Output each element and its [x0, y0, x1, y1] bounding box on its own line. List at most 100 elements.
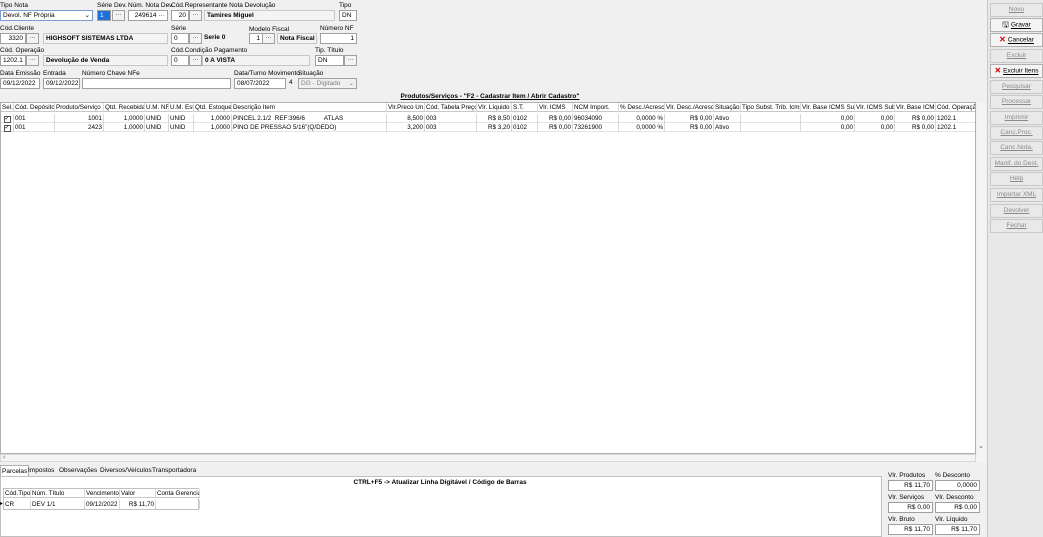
- cell-deposito[interactable]: 001: [14, 114, 55, 123]
- representante-code-input[interactable]: 20: [171, 10, 189, 21]
- cell-icms-sub[interactable]: 0,00: [855, 123, 895, 132]
- col-header[interactable]: Conta Gerencial: [156, 489, 200, 498]
- manif-dest-button[interactable]: Manif. do Dest.: [990, 157, 1043, 171]
- cell-base-icms[interactable]: R$ 0,00: [895, 114, 936, 123]
- cell-valor[interactable]: R$ 11,70: [120, 500, 156, 509]
- canc-nota-button[interactable]: Canc.Nota.: [990, 141, 1043, 155]
- tab-diversos-veiculos[interactable]: Diversos/Veículos: [99, 465, 153, 476]
- products-grid[interactable]: Sel. Cód. Depósito Produto/Serviço Qtd. …: [0, 102, 976, 454]
- numero-nf-input[interactable]: 1: [320, 33, 357, 44]
- cod-cliente-lookup-button[interactable]: ···: [26, 33, 39, 44]
- chevron-down-icon[interactable]: ⌄: [978, 442, 984, 450]
- cell-num-titulo[interactable]: DEV 1/1: [31, 500, 85, 509]
- col-header[interactable]: Sel.: [1, 103, 14, 112]
- table-row[interactable]: ✓ 001 1001 1,0000 UNID UNID 1,0000 PINCE…: [1, 114, 975, 123]
- gravar-button[interactable]: 🖫 Gravar: [990, 18, 1043, 32]
- cell-produto[interactable]: 2423: [55, 123, 104, 132]
- cell-base-sub[interactable]: 0,00: [801, 123, 855, 132]
- cell-qtd-estoque[interactable]: 1,0000: [194, 114, 232, 123]
- cell-liquido[interactable]: R$ 8,50: [477, 114, 512, 123]
- col-header[interactable]: Situação: [714, 103, 741, 112]
- cell-ncm[interactable]: 96034090: [573, 114, 619, 123]
- col-header[interactable]: Vlr. Líquido: [477, 103, 512, 112]
- chave-nfe-input[interactable]: [82, 78, 231, 89]
- tip-titulo-input[interactable]: DN: [315, 55, 344, 66]
- col-header[interactable]: Valor: [120, 489, 156, 498]
- cell-qtd-recebida[interactable]: 1,0000: [104, 123, 145, 132]
- tab-observacoes[interactable]: Observações: [58, 465, 98, 476]
- cell-conta-gerencial[interactable]: [156, 500, 200, 509]
- vertical-scrollbar[interactable]: ⌄: [977, 102, 986, 462]
- cell-qtd-estoque[interactable]: 1,0000: [194, 123, 232, 132]
- col-header[interactable]: Núm. Título: [31, 489, 85, 498]
- cell-icms[interactable]: R$ 0,00: [538, 123, 573, 132]
- col-header[interactable]: Cód. Tabela Preço: [425, 103, 477, 112]
- modelo-fiscal-lookup-button[interactable]: ···: [262, 33, 275, 44]
- cell-desc-pct[interactable]: 0,0000 %: [619, 123, 665, 132]
- cell-icms-sub[interactable]: 0,00: [855, 114, 895, 123]
- cond-pagamento-lookup-button[interactable]: ···: [189, 55, 202, 66]
- cell-desc-pct[interactable]: 0,0000 %: [619, 114, 665, 123]
- cell-tabela[interactable]: 003: [425, 114, 477, 123]
- cod-operacao-lookup-button[interactable]: ···: [26, 55, 39, 66]
- data-emissao-input[interactable]: 09/12/2022: [0, 78, 40, 89]
- devolver-button[interactable]: Devolver: [990, 204, 1043, 218]
- col-header[interactable]: Cód.Tipo: [4, 489, 31, 498]
- imprimir-button[interactable]: Imprimir: [990, 111, 1043, 125]
- processar-button[interactable]: Processar: [990, 95, 1043, 109]
- representante-lookup-button[interactable]: ···: [189, 10, 202, 21]
- col-header[interactable]: U.M. NF: [145, 103, 169, 112]
- tip-titulo-lookup-button[interactable]: ···: [344, 55, 357, 66]
- col-header[interactable]: Tipo Subst. Trib. Icms: [741, 103, 801, 112]
- cell-desc-vlr[interactable]: R$ 0,00: [665, 114, 714, 123]
- table-row[interactable]: ▸ CR DEV 1/1 09/12/2022 R$ 11,70: [0, 500, 200, 509]
- tipo-input[interactable]: DN: [339, 10, 357, 21]
- novo-button[interactable]: Novo: [990, 3, 1043, 17]
- col-header[interactable]: Vlr. Base ICMS: [895, 103, 936, 112]
- cell-icms[interactable]: R$ 0,00: [538, 114, 573, 123]
- chevron-left-icon[interactable]: ‹: [3, 454, 5, 461]
- col-header[interactable]: NCM Import.: [573, 103, 619, 112]
- cell-cod-tipo[interactable]: CR: [4, 500, 31, 509]
- pesquisar-button[interactable]: Pesquisar: [990, 80, 1043, 94]
- cell-preco[interactable]: 3,200: [387, 123, 425, 132]
- cancelar-button[interactable]: ✕ Cancelar: [990, 33, 1043, 47]
- cell-descricao[interactable]: PINO DE PRESSAO 5/16"(Q/DEDO): [232, 123, 387, 132]
- tab-transportadora[interactable]: Transportadora: [151, 465, 197, 476]
- canc-proc-button[interactable]: Canc.Proc.: [990, 126, 1043, 140]
- num-nota-dev-input[interactable]: 249614 ···: [128, 10, 168, 21]
- serie-input[interactable]: 0: [171, 33, 189, 44]
- serie-dev-lookup-button[interactable]: ···: [112, 10, 125, 21]
- cell-qtd-recebida[interactable]: 1,0000: [104, 114, 145, 123]
- col-header[interactable]: S.T.: [512, 103, 538, 112]
- cell-liquido[interactable]: R$ 3,20: [477, 123, 512, 132]
- situacao-select[interactable]: DG - Digitado ⌄: [298, 78, 357, 89]
- cell-um-nf[interactable]: UNID: [145, 114, 169, 123]
- cell-um-est[interactable]: UNID: [169, 123, 194, 132]
- tipo-nota-select[interactable]: Devol. NF Própria ⌄: [0, 10, 93, 21]
- cod-operacao-input[interactable]: 1202.1: [0, 55, 26, 66]
- fechar-button[interactable]: Fechar: [990, 219, 1043, 233]
- tab-parcelas[interactable]: Parcelas: [0, 465, 30, 476]
- col-header[interactable]: Vlr.Preco Un.: [387, 103, 425, 112]
- col-header[interactable]: Vlr. Desc./Acresc: [665, 103, 714, 112]
- excluir-button[interactable]: Excluir: [990, 49, 1043, 63]
- tab-impostos[interactable]: Impostos: [27, 465, 55, 476]
- cell-produto[interactable]: 1001: [55, 114, 104, 123]
- parcelas-grid[interactable]: Cód.Tipo Núm. Título Vencimento Valor Co…: [0, 488, 200, 510]
- col-header[interactable]: Vlr. ICMS Sub: [855, 103, 895, 112]
- cell-um-nf[interactable]: UNID: [145, 123, 169, 132]
- cell-cod-op[interactable]: 1202.1: [936, 123, 975, 132]
- horizontal-scrollbar[interactable]: ‹: [0, 454, 976, 462]
- cell-cod-op[interactable]: 1202.1: [936, 114, 975, 123]
- cell-descricao[interactable]: PINCEL 2.1/2 REF:396/6 ATLAS: [232, 114, 387, 123]
- serie-lookup-button[interactable]: ···: [189, 33, 202, 44]
- cell-st[interactable]: 0102: [512, 123, 538, 132]
- cell-base-icms[interactable]: R$ 0,00: [895, 123, 936, 132]
- help-button[interactable]: Help: [990, 172, 1043, 186]
- row-select-checkbox[interactable]: ✓: [1, 114, 14, 123]
- serie-dev-input[interactable]: 1: [97, 10, 111, 21]
- cell-st[interactable]: 0102: [512, 114, 538, 123]
- col-header[interactable]: Vlr. ICMS: [538, 103, 573, 112]
- modelo-fiscal-input[interactable]: 1: [249, 33, 263, 44]
